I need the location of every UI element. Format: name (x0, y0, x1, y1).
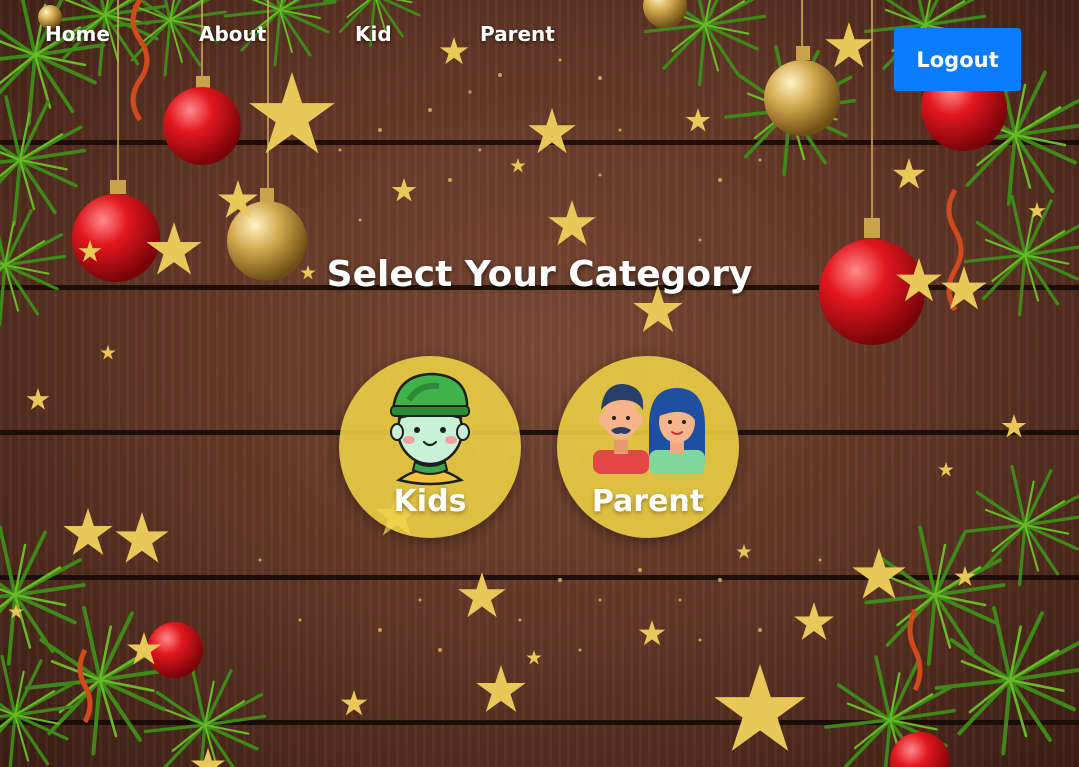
logout-button[interactable]: Logout (894, 28, 1021, 91)
nav-link-parent[interactable]: Parent (480, 22, 555, 46)
category-parent-label: Parent (591, 484, 705, 519)
page-title: Select Your Category (326, 254, 753, 295)
nav-link-about[interactable]: About (199, 22, 266, 46)
category-parent-button[interactable]: Parent (557, 356, 739, 538)
nav-link-kid[interactable]: Kid (355, 22, 392, 46)
top-nav: Home About Kid Parent Logout (0, 0, 1079, 91)
category-kids-button[interactable]: Kids (339, 356, 521, 538)
christmas-background (0, 0, 1079, 767)
category-kids-label: Kids (393, 484, 467, 519)
nav-link-home[interactable]: Home (45, 22, 110, 46)
